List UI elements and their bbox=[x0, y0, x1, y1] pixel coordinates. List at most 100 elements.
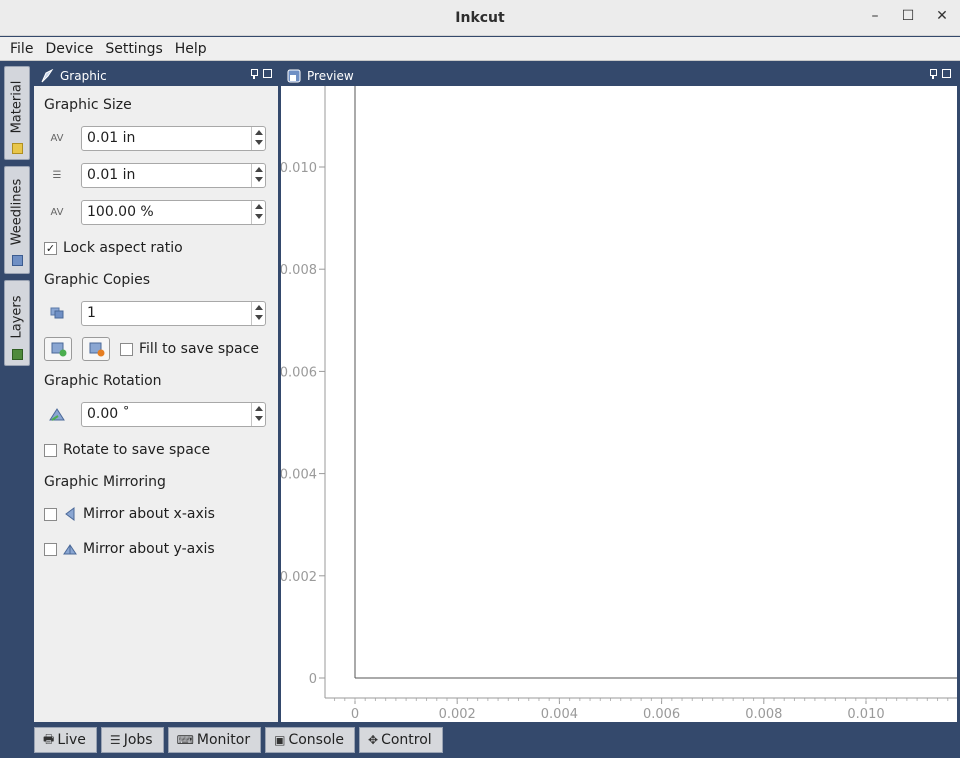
x-tick-label: 0 bbox=[351, 707, 359, 722]
lock-aspect-label: Lock aspect ratio bbox=[63, 240, 183, 256]
preview-panel: Preview 0 0.002 0.004 0.006 0.008 0.010 0 0.00… bbox=[280, 66, 957, 722]
menu-help[interactable]: Help bbox=[169, 41, 213, 57]
rotation-up-button[interactable] bbox=[252, 403, 265, 415]
width-icon: AV bbox=[50, 132, 64, 144]
close-icon[interactable]: ✕ bbox=[932, 8, 952, 24]
fill-space-label: Fill to save space bbox=[139, 341, 259, 357]
pin-icon[interactable] bbox=[250, 69, 258, 79]
graphic-panel: Graphic Graphic Size AV ☰ AV ✓ Lock aspe… bbox=[34, 66, 278, 722]
fill-space-row[interactable]: Fill to save space bbox=[120, 339, 259, 359]
rotate-space-label: Rotate to save space bbox=[63, 442, 211, 458]
preview-panel-header: Preview bbox=[281, 66, 957, 86]
height-down-button[interactable] bbox=[252, 175, 265, 187]
graphic-icon bbox=[41, 69, 54, 83]
rotation-row bbox=[44, 401, 268, 427]
remove-copy-button[interactable] bbox=[82, 337, 110, 361]
y-tick-label: 0.002 bbox=[281, 570, 317, 585]
lock-aspect-checkbox[interactable]: ✓ bbox=[44, 241, 57, 255]
title-bar: Inkcut – ☐ ✕ bbox=[0, 0, 960, 36]
add-copy-button[interactable] bbox=[44, 337, 72, 361]
preview-plot-area[interactable]: 0 0.002 0.004 0.006 0.008 0.010 0 0.002 0.004 0.… bbox=[280, 86, 957, 726]
rotate-space-checkbox[interactable] bbox=[44, 443, 57, 457]
terminal-icon: ▣ bbox=[274, 733, 286, 747]
height-input[interactable] bbox=[82, 163, 247, 187]
tab-monitor[interactable]: ⌨ Monitor bbox=[167, 727, 262, 753]
mirror-y-row[interactable]: Mirror about y-axis bbox=[44, 539, 215, 559]
tab-live-label: Live bbox=[57, 732, 86, 748]
height-up-button[interactable] bbox=[252, 164, 265, 176]
mirror-x-row[interactable]: Mirror about x-axis bbox=[44, 504, 215, 524]
remove-copy-icon bbox=[89, 342, 105, 357]
rotation-input[interactable] bbox=[82, 402, 247, 426]
menu-settings[interactable]: Settings bbox=[99, 41, 168, 57]
scale-icon: AV bbox=[50, 206, 64, 218]
scale-up-button[interactable] bbox=[252, 201, 265, 213]
width-up-button[interactable] bbox=[252, 127, 265, 139]
tab-weedlines[interactable]: Weedlines bbox=[4, 166, 30, 274]
rotation-spinbox[interactable] bbox=[81, 401, 266, 427]
preview-icon bbox=[287, 69, 301, 83]
preview-plot[interactable]: 0 0.002 0.004 0.006 0.008 0.010 0 0.002 0.004 0.… bbox=[280, 86, 957, 722]
height-icon: ☰ bbox=[52, 169, 62, 181]
jobs-list-icon: ☰ bbox=[109, 733, 121, 747]
copies-up-button[interactable] bbox=[252, 302, 265, 314]
copies-row bbox=[44, 300, 268, 326]
graphic-rotation-heading: Graphic Rotation bbox=[44, 373, 162, 389]
y-tick-label: 0.010 bbox=[281, 161, 317, 176]
x-axis-ticks: 0 0.002 0.004 0.006 0.008 0.010 bbox=[351, 698, 885, 722]
mirror-y-checkbox[interactable] bbox=[44, 542, 57, 556]
tab-control-label: Control bbox=[381, 732, 432, 748]
bottom-tab-bar: 🖶 Live ☰ Jobs ⌨ Monitor ▣ Console ✥ Control bbox=[34, 727, 443, 753]
graphic-panel-title: Graphic bbox=[60, 69, 107, 83]
x-tick-label: 0.008 bbox=[745, 707, 782, 722]
tab-console-label: Console bbox=[288, 732, 345, 748]
preview-undock-icon[interactable] bbox=[942, 69, 951, 78]
menu-device[interactable]: Device bbox=[39, 41, 99, 57]
rotation-icon bbox=[44, 404, 70, 424]
fill-space-checkbox[interactable] bbox=[120, 342, 133, 356]
y-tick-label: 0 bbox=[309, 672, 317, 687]
copies-down-button[interactable] bbox=[252, 313, 265, 325]
tab-layers-label: Layers bbox=[9, 295, 25, 339]
x-tick-label: 0.002 bbox=[439, 707, 476, 722]
lock-aspect-row[interactable]: ✓ Lock aspect ratio bbox=[44, 238, 183, 258]
keyboard-icon: ⌨ bbox=[176, 733, 194, 747]
width-row: AV bbox=[44, 125, 268, 151]
rotation-down-button[interactable] bbox=[252, 414, 265, 426]
x-tick-label: 0.006 bbox=[643, 707, 680, 722]
width-input[interactable] bbox=[82, 126, 247, 150]
tab-layers[interactable]: Layers bbox=[4, 280, 30, 366]
preview-pin-icon[interactable] bbox=[929, 69, 937, 79]
width-down-button[interactable] bbox=[252, 138, 265, 150]
tab-jobs[interactable]: ☰ Jobs bbox=[100, 727, 164, 753]
tab-console[interactable]: ▣ Console bbox=[265, 727, 356, 753]
printer-icon: 🖶 bbox=[43, 731, 55, 746]
rotate-space-row[interactable]: Rotate to save space bbox=[44, 440, 210, 460]
tab-control[interactable]: ✥ Control bbox=[359, 727, 443, 753]
scale-input[interactable] bbox=[82, 200, 247, 224]
height-row: ☰ bbox=[44, 162, 268, 188]
copies-spinbox[interactable] bbox=[81, 300, 266, 326]
minimize-icon[interactable]: – bbox=[865, 8, 885, 24]
gamepad-icon: ✥ bbox=[368, 733, 379, 747]
mirror-x-label: Mirror about x-axis bbox=[83, 506, 215, 522]
copies-input[interactable] bbox=[82, 301, 247, 325]
tab-weedlines-label: Weedlines bbox=[9, 178, 25, 246]
tab-live[interactable]: 🖶 Live bbox=[34, 727, 97, 753]
weedlines-icon bbox=[12, 255, 23, 266]
height-spinbox[interactable] bbox=[81, 162, 266, 188]
x-tick-label: 0.010 bbox=[847, 707, 884, 722]
scale-down-button[interactable] bbox=[252, 212, 265, 224]
menu-file[interactable]: File bbox=[4, 41, 39, 57]
scale-spinbox[interactable] bbox=[81, 199, 266, 225]
maximize-icon[interactable]: ☐ bbox=[898, 8, 918, 24]
mirror-x-checkbox[interactable] bbox=[44, 507, 57, 521]
tab-material[interactable]: Material bbox=[4, 66, 30, 160]
undock-icon[interactable] bbox=[263, 69, 272, 78]
mirror-y-label: Mirror about y-axis bbox=[83, 541, 215, 557]
y-tick-label: 0.004 bbox=[281, 468, 317, 483]
mirror-x-icon bbox=[65, 507, 75, 521]
copies-icon bbox=[44, 303, 70, 323]
tab-material-label: Material bbox=[9, 80, 25, 134]
width-spinbox[interactable] bbox=[81, 125, 266, 151]
